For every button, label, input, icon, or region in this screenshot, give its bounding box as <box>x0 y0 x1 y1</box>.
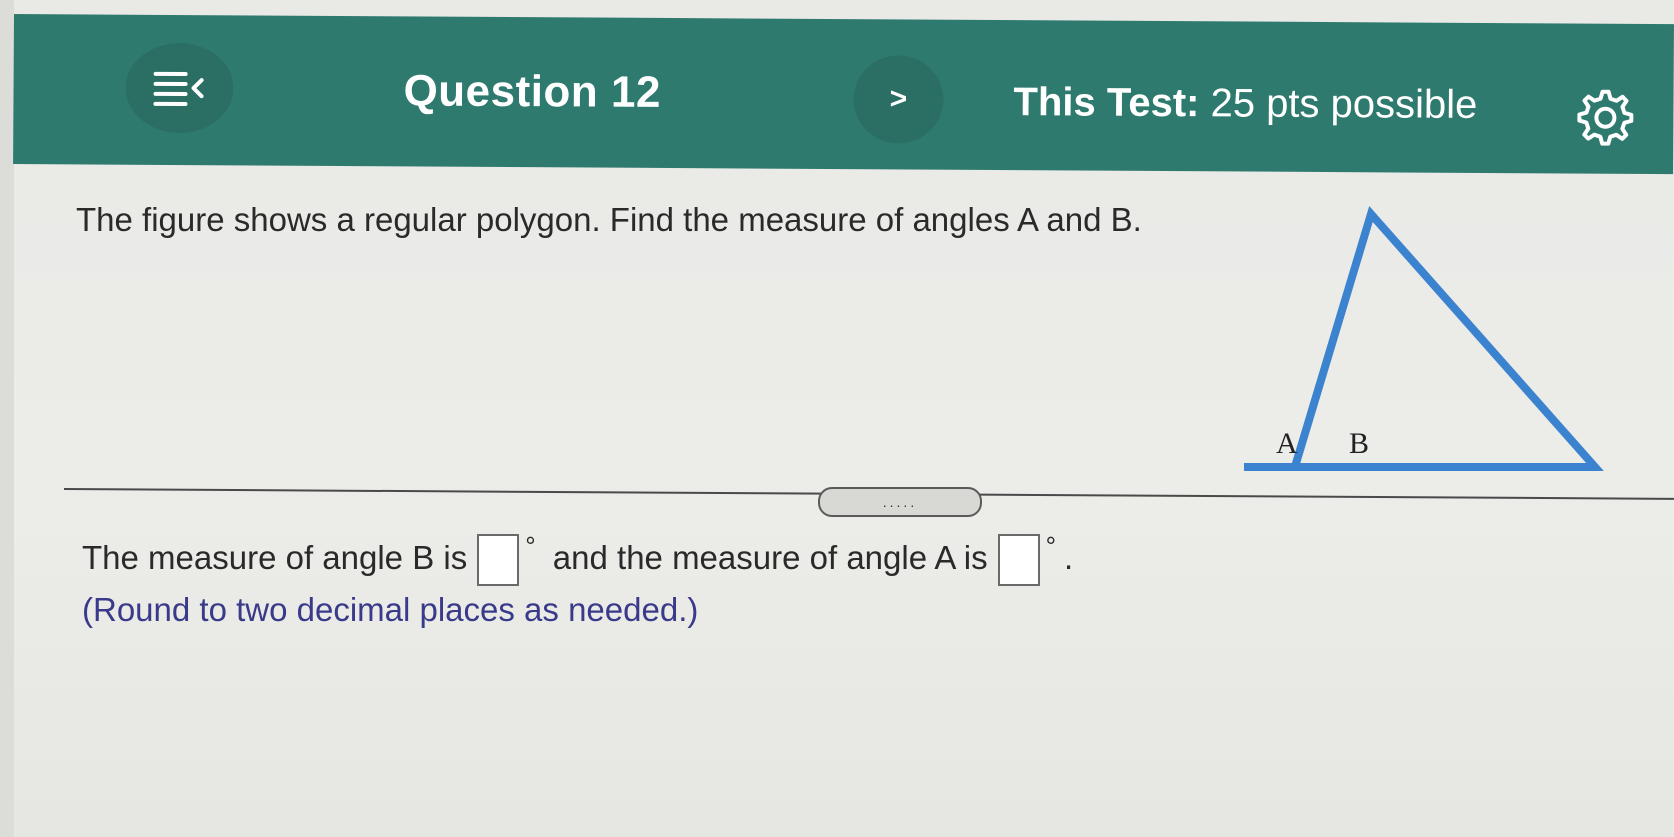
polygon-figure: A B <box>1238 205 1624 480</box>
question-prompt: The figure shows a regular polygon. Find… <box>76 201 1142 238</box>
test-points-info: This Test: 25 pts possible <box>1013 80 1477 128</box>
settings-button[interactable] <box>1573 86 1634 146</box>
question-title: Question 12 <box>403 66 662 117</box>
answer-text-part1: The measure of angle B is <box>82 539 468 576</box>
angle-a-answer-box[interactable] <box>997 534 1040 587</box>
test-label: This Test: <box>1013 80 1200 126</box>
answer-text-part2: and the measure of angle A is <box>552 539 988 576</box>
chevron-right-icon: > <box>889 82 908 116</box>
test-points: 25 pts possible <box>1210 81 1478 127</box>
divider-drag-handle[interactable]: ..... <box>818 487 982 517</box>
question-menu-button[interactable] <box>125 42 234 134</box>
angle-a-label: A <box>1276 427 1298 460</box>
question-header-bar: Question 12 > This Test: 25 pts possible <box>13 14 1674 175</box>
menu-collapse-icon <box>153 71 204 107</box>
screen: Question 12 > This Test: 25 pts possible… <box>13 0 1674 837</box>
answer-area: The measure of angle B is ° and the measu… <box>82 528 1182 640</box>
degree-symbol-b: ° <box>525 531 536 561</box>
angle-b-answer-box[interactable] <box>477 534 520 587</box>
next-question-button[interactable]: > <box>853 55 944 144</box>
gear-icon <box>1577 89 1634 146</box>
angle-b-label: B <box>1349 427 1369 460</box>
answer-period: . <box>1064 539 1074 576</box>
degree-symbol-a: ° <box>1045 531 1057 561</box>
